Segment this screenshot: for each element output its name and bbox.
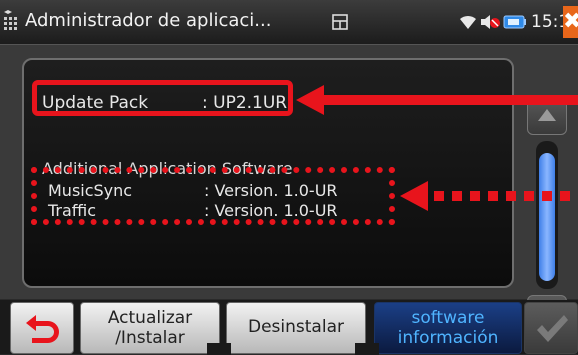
tab-notch (207, 343, 231, 355)
back-arrow-icon (26, 315, 59, 343)
dotted-arrow-left-icon (400, 181, 570, 211)
arrow-left-icon (296, 85, 578, 115)
window-icon (331, 13, 349, 31)
confirm-button[interactable] (524, 302, 578, 354)
wifi-icon (458, 13, 478, 31)
update-label-line1: Actualizar (107, 308, 193, 328)
update-install-button[interactable]: Actualizar /Instalar (80, 302, 220, 354)
info-label-line1: software (411, 308, 485, 328)
checkmark-icon (537, 315, 568, 342)
os-label: OS (42, 60, 67, 80)
tab-notch (355, 343, 379, 355)
update-label-line2: /Instalar (115, 328, 185, 348)
volume-muted-icon (479, 13, 501, 31)
scroll-thumb[interactable] (539, 153, 555, 281)
highlight-box (32, 80, 293, 116)
battery-icon (503, 14, 527, 30)
os-value: : SS2009U (202, 60, 291, 80)
bottom-toolbar: Actualizar /Instalar Desinstalar softwar… (0, 300, 578, 355)
status-bar: Administrador de aplicaci... 15:12 ✖ (0, 0, 578, 45)
uninstall-button[interactable]: Desinstalar (226, 302, 366, 354)
info-label-line2: información (397, 328, 499, 348)
highlight-dotted-box (31, 167, 395, 225)
app-grid-icon[interactable] (3, 9, 21, 33)
close-icon[interactable]: ✖ (563, 6, 578, 38)
back-button[interactable] (10, 302, 74, 354)
software-info-button[interactable]: software información (374, 302, 522, 354)
window-title: Administrador de aplicaci... (25, 10, 272, 31)
